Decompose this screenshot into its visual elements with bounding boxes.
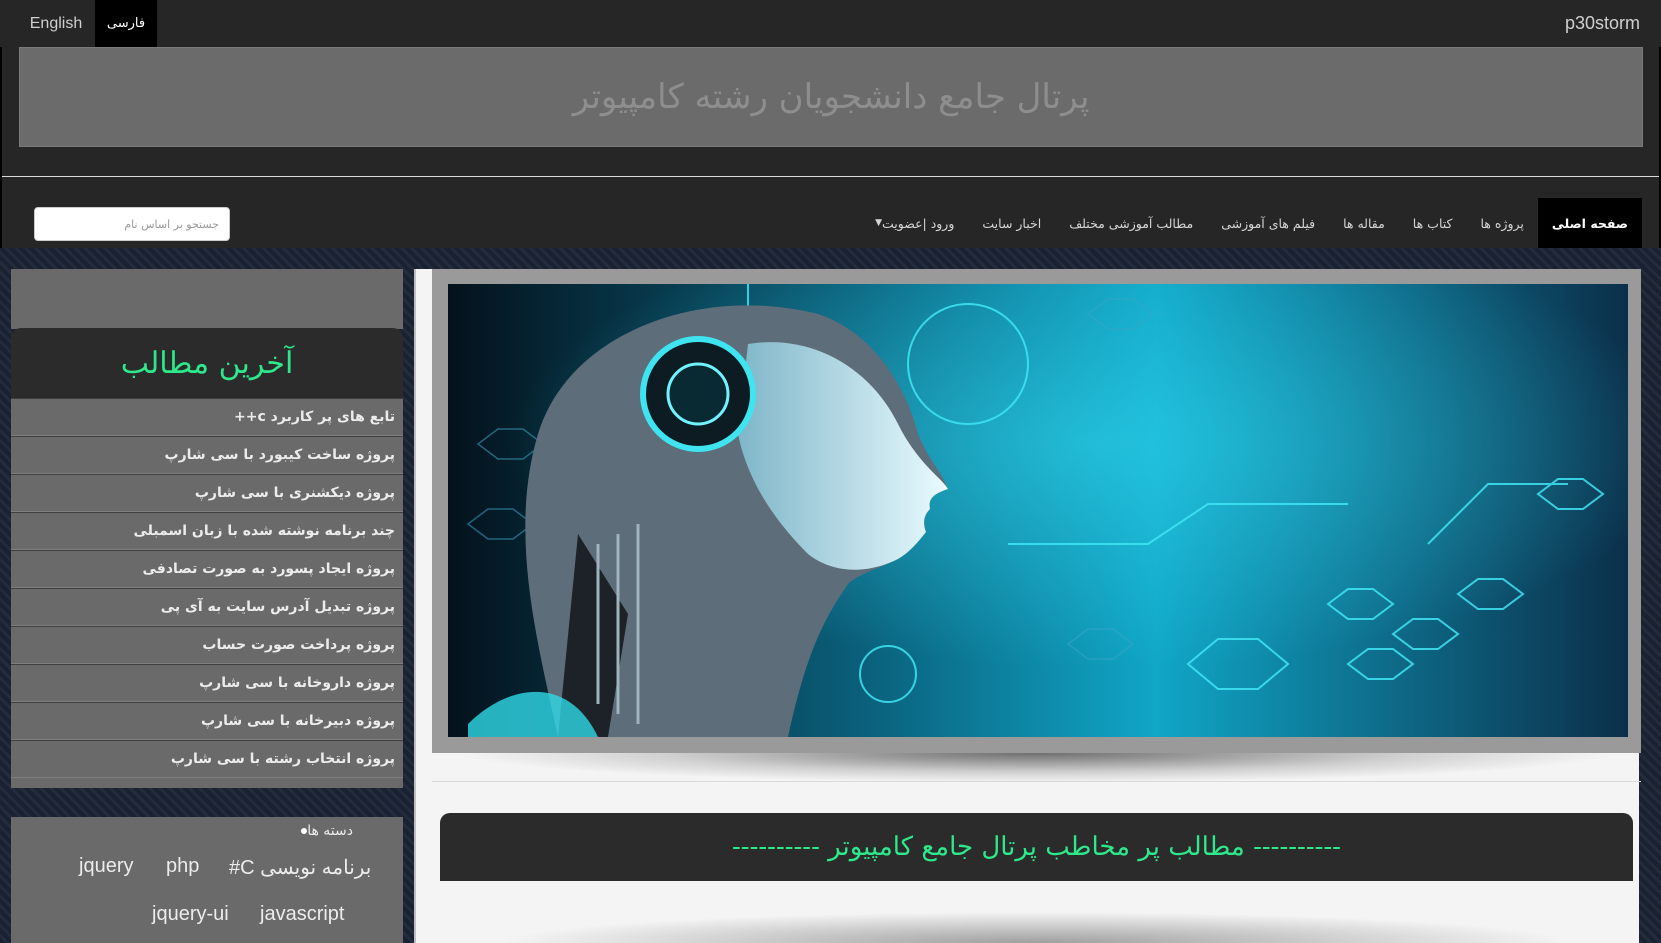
categories-heading: دسته ها (293, 823, 353, 839)
header: پرتال جامع دانشجویان رشته کامپیوتر (0, 47, 1661, 177)
nav-item-home[interactable]: صفحه اصلی (1537, 198, 1642, 248)
latest-post-item[interactable]: چند برنامه نوشته شده با زبان اسمبلی (11, 512, 403, 550)
image-slider (432, 269, 1641, 753)
latest-post-item[interactable]: پروژه ایجاد پسورد به صورت تصادفی (11, 550, 403, 588)
latest-post-item[interactable]: پروژه دبیرخانه با سی شارپ (11, 702, 403, 740)
latest-post-item[interactable]: پروژه داروخانه با سی شارپ (11, 664, 403, 702)
latest-post-item[interactable]: پروژه ساخت کیبورد با سی شارپ (11, 436, 403, 474)
site-title: پرتال جامع دانشجویان رشته کامپیوتر (572, 77, 1090, 117)
content-divider (432, 781, 1641, 782)
tag-php[interactable]: php (166, 855, 199, 878)
latest-post-item[interactable]: پروژه پرداخت صورت حساب (11, 626, 403, 664)
nav-item-books[interactable]: کتاب ها (1399, 198, 1467, 248)
nav-item-articles[interactable]: مقاله ها (1329, 198, 1399, 248)
popular-posts-title: ---------- مطالب پر مخاطب پرتال جامع کام… (732, 832, 1341, 862)
main-content: ---------- مطالب پر مخاطب پرتال جامع کام… (414, 269, 1641, 943)
main-nav: صفحه اصلی پروژه ها کتاب ها مقاله ها فیلم… (0, 177, 1661, 248)
latest-post-item[interactable]: تابع های پر کاربرد c++ (11, 398, 403, 436)
search-input[interactable] (34, 207, 230, 241)
robot-illustration (448, 284, 1628, 737)
tag-jquery-ui[interactable]: jquery-ui (152, 903, 229, 926)
language-farsi-link[interactable]: فارسی (95, 0, 157, 47)
site-brand[interactable]: p30storm (1565, 0, 1640, 47)
tag-javascript[interactable]: javascript (260, 903, 344, 926)
slider-shadow (456, 753, 1616, 783)
latest-posts-list: تابع های پر کاربرد c++ پروژه ساخت کیبورد… (11, 398, 403, 788)
nav-menu: صفحه اصلی پروژه ها کتاب ها مقاله ها فیلم… (857, 198, 1642, 248)
latest-posts-header: آخرین مطالب (11, 328, 403, 398)
tag-csharp[interactable]: برنامه نویسی C# (229, 855, 371, 880)
popular-posts-header: ---------- مطالب پر مخاطب پرتال جامع کام… (440, 813, 1633, 881)
latest-posts-title: آخرین مطالب (120, 345, 294, 381)
nav-item-videos[interactable]: فیلم های آموزشی (1207, 198, 1329, 248)
latest-post-item[interactable]: پروژه دیکشنری با سی شارپ (11, 474, 403, 512)
latest-post-item[interactable]: پروژه تبدیل آدرس سایت به آی پی (11, 588, 403, 626)
nav-item-projects[interactable]: پروژه ها (1466, 198, 1537, 248)
categories-heading-label: دسته ها (307, 823, 353, 839)
nav-item-tutorials[interactable]: مطالب آموزشی مختلف (1055, 198, 1207, 248)
language-english-link[interactable]: English (18, 0, 94, 47)
caret-down-icon: ▼ (875, 218, 883, 228)
bottom-shadow (456, 909, 1616, 943)
header-banner: پرتال جامع دانشجویان رشته کامپیوتر (19, 47, 1643, 147)
robot-banner-image[interactable] (448, 284, 1628, 737)
nav-item-news[interactable]: اخبار سایت (968, 198, 1055, 248)
top-bar: English فارسی p30storm (0, 0, 1661, 47)
nav-item-login-label: ورود |عضویت (882, 215, 955, 231)
tag-jquery[interactable]: jquery (79, 855, 133, 878)
latest-post-item[interactable]: پروژه انتخاب رشته با سی شارپ (11, 740, 403, 778)
sidebar-top-panel (11, 269, 403, 329)
categories-panel: دسته ها jquery php برنامه نویسی C# jquer… (11, 817, 403, 943)
nav-item-login[interactable]: ورود |عضویت ▼ (857, 198, 968, 248)
